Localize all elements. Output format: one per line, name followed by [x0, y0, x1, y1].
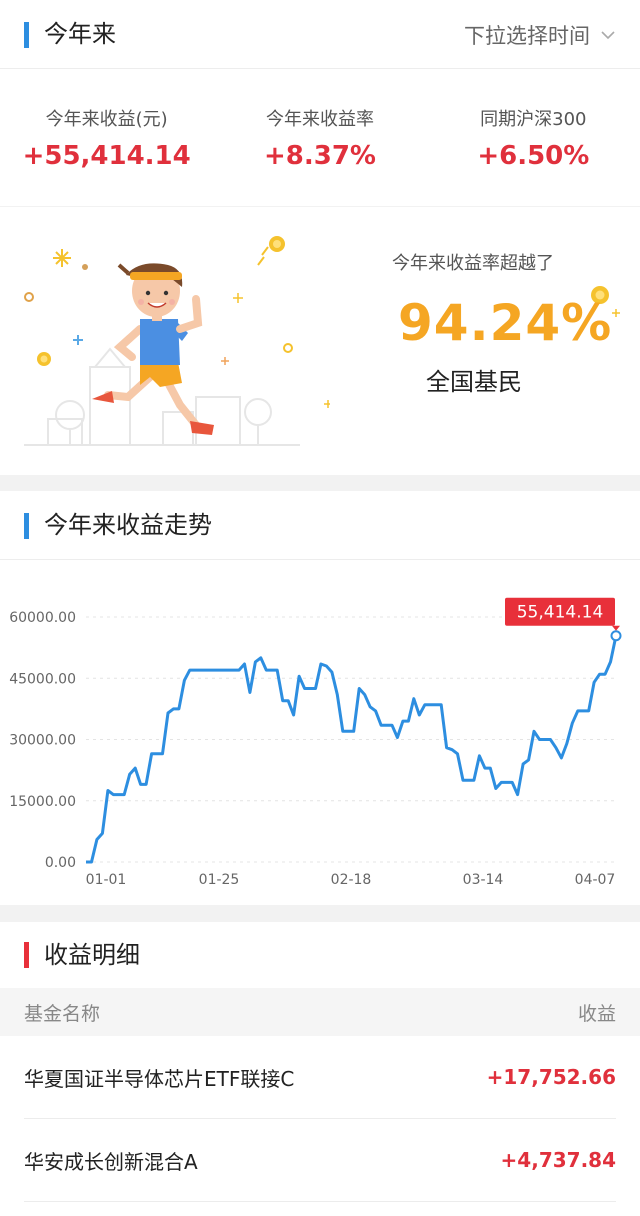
y-tick-label: 0.00	[45, 855, 76, 871]
detail-header: 收益明细	[0, 922, 640, 988]
col-header-value: 收益	[577, 1002, 616, 1025]
fund-profit: +17,752.66	[486, 1065, 616, 1089]
x-tick-label: 03-14	[463, 872, 504, 888]
series-line	[86, 635, 618, 864]
x-tick-label: 02-18	[331, 872, 372, 888]
rank-subject: 全国基民	[426, 368, 522, 396]
section-accent-bar	[24, 513, 29, 539]
stat-ytd-profit: 今年来收益(元) +55,414.14	[0, 69, 213, 206]
ytd-header: 今年来 下拉选择时间	[0, 0, 640, 68]
stat-label: 今年来收益(元)	[45, 109, 168, 130]
last-value-tag-pointer	[612, 625, 620, 631]
section-accent-bar	[24, 22, 29, 48]
trend-card: 今年来收益走势 60000.00 45000.00 30000.00 15000.00…	[0, 491, 640, 905]
fund-row[interactable]: 华安成长创新混合A +4,737.84	[24, 1119, 616, 1202]
detail-title: 收益明细	[44, 941, 140, 969]
ytd-stats: 今年来收益(元) +55,414.14 今年来收益率 +8.37% 同期沪深30…	[0, 69, 640, 206]
detail-card: 收益明细 基金名称 收益 华夏国证半导体芯片ETF联接C +17,752.66 …	[0, 922, 640, 1216]
stat-ytd-return: 今年来收益率 +8.37%	[213, 69, 426, 206]
y-tick-label: 15000.00	[9, 794, 76, 810]
last-value-label: 55,414.14	[517, 603, 604, 623]
trend-line-chart[interactable]: 60000.00 45000.00 30000.00 15000.00 0.00 01-0…	[0, 560, 640, 905]
ytd-card: 今年来 下拉选择时间 今年来收益(元) +55,414.14 今年来收益率 +8…	[0, 0, 640, 206]
stat-label: 同期沪深300	[480, 109, 587, 130]
x-tick-label: 04-07	[575, 872, 616, 888]
runner-illustration	[24, 236, 330, 446]
fund-name: 华夏国证半导体芯片ETF联接C	[24, 1066, 295, 1091]
trend-header: 今年来收益走势	[0, 491, 640, 559]
rank-caption: 今年来收益率超越了	[392, 253, 554, 274]
chevron-down-icon	[601, 31, 615, 40]
rank-percent: 94.24%	[398, 294, 613, 352]
x-tick-label: 01-25	[199, 872, 240, 888]
stat-value: +55,414.14	[22, 141, 191, 171]
stat-value: +8.37%	[263, 141, 376, 171]
fund-profit: +4,737.84	[500, 1148, 616, 1172]
trend-title: 今年来收益走势	[44, 511, 212, 539]
stat-csi300: 同期沪深300 +6.50%	[427, 69, 640, 206]
y-tick-label: 30000.00	[9, 733, 76, 749]
last-point-marker	[610, 630, 622, 642]
ytd-title: 今年来	[44, 20, 116, 48]
detail-table-header: 基金名称 收益	[0, 988, 640, 1036]
section-accent-bar	[24, 942, 29, 968]
fund-name: 华安成长创新混合A	[24, 1149, 198, 1174]
fund-row[interactable]: 华夏国证半导体芯片ETF联接C +17,752.66	[24, 1036, 616, 1119]
time-range-dropdown[interactable]: 下拉选择时间	[464, 20, 616, 50]
time-range-dropdown-label: 下拉选择时间	[464, 24, 590, 48]
y-tick-label: 60000.00	[9, 610, 76, 626]
y-tick-label: 45000.00	[9, 671, 76, 687]
stat-value: +6.50%	[477, 141, 590, 171]
col-header-name: 基金名称	[24, 1002, 101, 1025]
stat-label: 今年来收益率	[265, 109, 374, 130]
x-tick-label: 01-01	[86, 872, 127, 888]
